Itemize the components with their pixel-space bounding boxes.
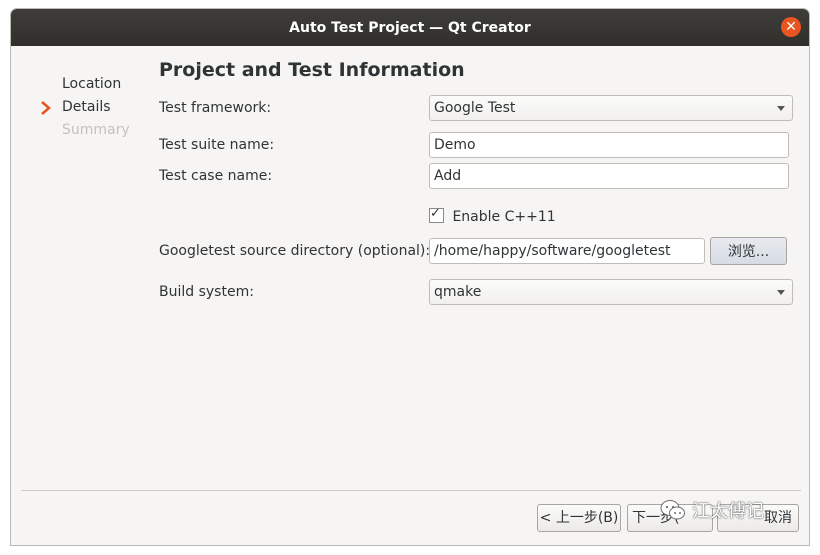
step-label-details: Details — [62, 99, 111, 115]
googletest-dir-row: Googletest source directory (optional): … — [159, 237, 799, 265]
test-framework-label: Test framework: — [159, 100, 272, 116]
step-location: Location — [41, 73, 151, 96]
test-framework-value: Google Test — [434, 100, 516, 116]
step-summary: Summary — [41, 119, 151, 142]
step-label-summary: Summary — [62, 122, 130, 138]
back-button[interactable]: < 上一步(B) — [537, 504, 621, 532]
details-page: Project and Test Information Test framew… — [159, 55, 799, 305]
browse-button[interactable]: 浏览... — [710, 237, 787, 265]
close-button[interactable]: ✕ — [781, 17, 801, 37]
enable-cpp11-label: Enable C++11 — [452, 209, 556, 225]
test-suite-row: Test suite name: Demo — [159, 132, 799, 158]
page-title: Project and Test Information — [159, 59, 465, 81]
test-framework-select[interactable]: Google Test — [429, 95, 793, 121]
test-case-row: Test case name: Add — [159, 163, 799, 189]
cancel-button[interactable]: 取消 — [717, 504, 799, 532]
close-icon: ✕ — [785, 19, 797, 35]
test-case-input[interactable]: Add — [429, 163, 789, 189]
test-suite-input[interactable]: Demo — [429, 132, 789, 158]
googletest-dir-input[interactable]: /home/happy/software/googletest — [429, 238, 705, 264]
build-system-select[interactable]: qmake — [429, 279, 793, 305]
next-button[interactable]: 下一步( — [627, 504, 713, 532]
test-framework-row: Test framework: Google Test — [159, 95, 799, 121]
current-step-arrow-icon — [41, 96, 55, 119]
wizard-window: Auto Test Project — Qt Creator ✕ Locatio… — [10, 8, 810, 546]
chevron-down-icon — [777, 106, 785, 111]
build-system-row: Build system: qmake — [159, 279, 799, 305]
step-label-location: Location — [62, 76, 122, 92]
checkbox-box[interactable]: ✓ — [429, 206, 444, 223]
step-details: Details — [41, 96, 151, 119]
check-icon: ✓ — [430, 206, 441, 221]
test-suite-label: Test suite name: — [159, 137, 275, 153]
build-system-label: Build system: — [159, 284, 254, 300]
chevron-down-icon — [777, 290, 785, 295]
footer-divider — [21, 490, 801, 491]
title-bar[interactable]: Auto Test Project — Qt Creator ✕ — [11, 9, 809, 46]
googletest-dir-label: Googletest source directory (optional): — [159, 243, 431, 259]
wizard-steps: Location Details Summary — [41, 73, 151, 142]
window-title: Auto Test Project — Qt Creator — [289, 19, 531, 36]
enable-cpp11-checkbox[interactable]: ✓ Enable C++11 — [429, 206, 629, 228]
build-system-value: qmake — [434, 284, 482, 300]
test-case-label: Test case name: — [159, 168, 273, 184]
